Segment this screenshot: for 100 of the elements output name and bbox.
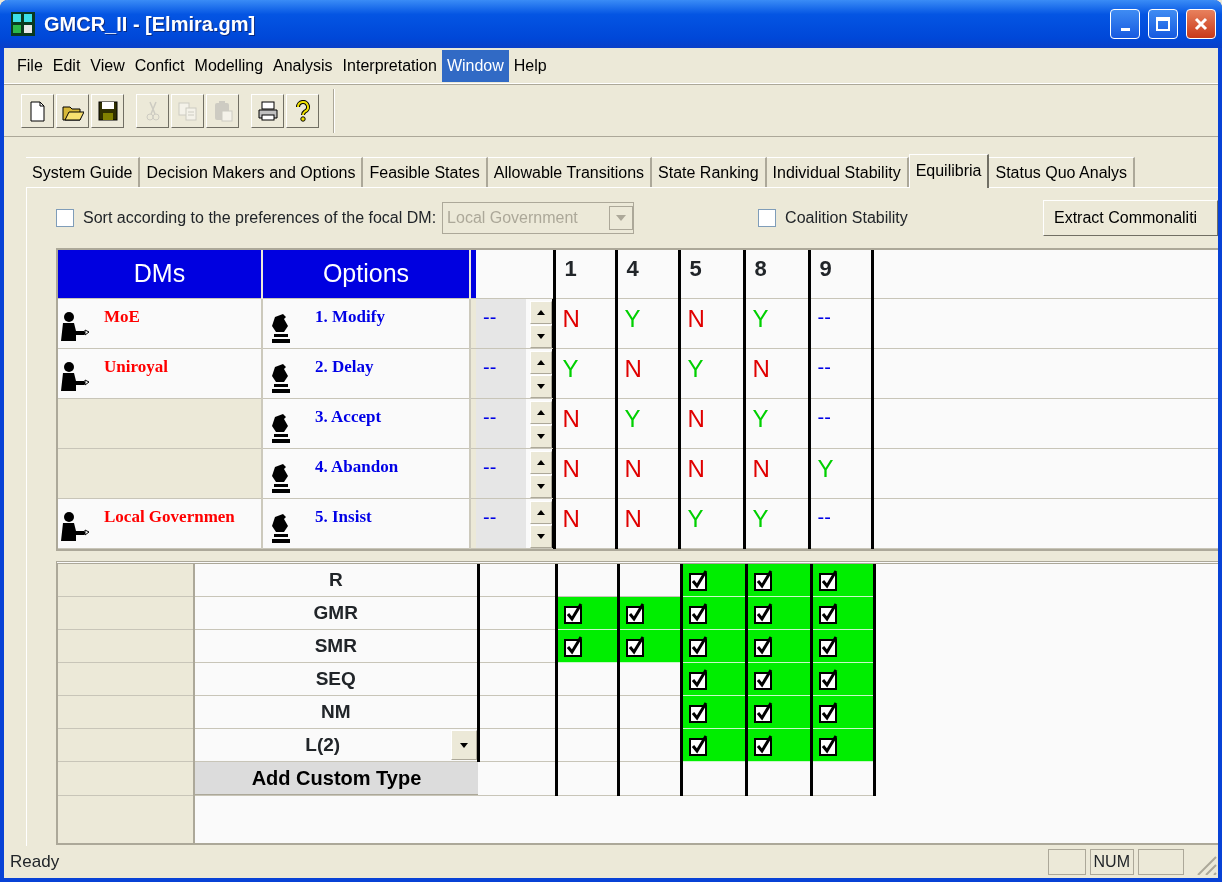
state-value: N <box>686 403 705 434</box>
up-arrow-icon <box>537 409 545 415</box>
app-icon <box>10 11 36 37</box>
checkbox-icon <box>753 701 774 723</box>
column-header: Options <box>262 250 470 298</box>
spin-up-button[interactable] <box>530 450 552 474</box>
stability-type: SMR <box>314 634 357 656</box>
page-button[interactable] <box>21 93 54 128</box>
state-value: Y <box>751 403 769 434</box>
menu-item[interactable]: Analysis <box>268 49 338 82</box>
maximize-icon <box>1155 16 1171 32</box>
spin-up-button[interactable] <box>530 400 552 424</box>
spin-down-button[interactable] <box>530 424 552 448</box>
down-arrow-icon <box>537 383 545 389</box>
state-value: N <box>561 403 580 434</box>
dropdown-button[interactable] <box>450 730 477 760</box>
caret-icon <box>616 215 627 221</box>
state-value: Y <box>623 403 641 434</box>
state-value: Y <box>686 503 704 534</box>
state-value: N <box>561 303 580 334</box>
checkbox-icon <box>818 701 839 723</box>
state-header: 9 <box>809 250 872 298</box>
option-name: 3. Accept <box>315 405 382 428</box>
add-custom-type-button[interactable]: Add Custom Type <box>195 762 478 795</box>
caret-icon <box>459 742 468 748</box>
floppy-button[interactable] <box>91 93 124 128</box>
menu-item[interactable]: Confict <box>129 49 190 82</box>
state-value: -- <box>816 504 831 529</box>
state-value: N <box>623 353 642 384</box>
state-header: 8 <box>744 250 809 298</box>
extract-button[interactable]: Extract Commonaliti <box>1043 200 1218 236</box>
printer-button[interactable] <box>251 93 284 128</box>
spin-down-button[interactable] <box>530 324 552 348</box>
menu-item[interactable]: Window <box>441 49 509 82</box>
up-arrow-icon <box>537 459 545 465</box>
checkbox-icon <box>688 635 709 657</box>
chess-piece-icon <box>269 512 291 543</box>
state-value: -- <box>816 304 831 329</box>
menu-item[interactable]: View <box>85 49 130 82</box>
printer-icon <box>256 99 279 122</box>
state-value: Y <box>751 503 769 534</box>
stability-type: GMR <box>313 601 358 623</box>
down-arrow-icon <box>537 333 545 339</box>
spin-up-button[interactable] <box>530 300 552 324</box>
up-arrow-icon <box>537 359 545 365</box>
checkbox-icon <box>688 668 709 690</box>
state-value: N <box>623 503 642 534</box>
state-value: -- <box>816 404 831 429</box>
spin-down-button[interactable] <box>530 374 552 398</box>
spin-up-button[interactable] <box>530 350 552 374</box>
down-arrow-icon <box>537 533 545 539</box>
checkbox-icon <box>563 602 584 624</box>
spin-down-button[interactable] <box>530 474 552 498</box>
menu-item[interactable]: Edit <box>47 49 86 82</box>
tab[interactable]: Equilibria <box>908 154 990 188</box>
close-button[interactable] <box>1186 9 1216 39</box>
state-value: N <box>686 303 705 334</box>
help-button[interactable] <box>286 93 319 128</box>
checkbox[interactable] <box>758 209 777 227</box>
menu-item[interactable]: Help <box>508 49 552 82</box>
checkbox-icon <box>818 602 839 624</box>
menu-item[interactable]: File <box>12 49 48 82</box>
minimize-icon <box>1120 27 1130 31</box>
folder-button[interactable] <box>56 93 89 128</box>
stability-type: NM <box>320 700 351 722</box>
state-value: Y <box>686 353 704 384</box>
spin-up-button[interactable] <box>530 500 552 524</box>
minimize-button[interactable] <box>1110 9 1140 39</box>
tab[interactable]: Feasible States <box>363 157 488 187</box>
chess-piece-icon <box>269 412 291 443</box>
tab[interactable]: Status Quo Analys <box>989 157 1136 187</box>
down-arrow-icon <box>537 433 545 439</box>
state-value: N <box>751 453 770 484</box>
tab[interactable]: Allowable Transitions <box>487 157 653 187</box>
status-text: Ready <box>10 851 61 874</box>
floppy-icon <box>96 99 119 122</box>
option-name: 1. Modify <box>315 305 385 328</box>
checkbox-label: Sort according to the preferences of the focal DM: <box>83 208 437 228</box>
checkbox-icon <box>625 635 646 657</box>
column-header: DMs <box>58 250 262 298</box>
spin-down-button[interactable] <box>530 524 552 548</box>
menu-item[interactable]: Interpretation <box>337 49 442 82</box>
tab[interactable]: System Guide <box>26 157 141 187</box>
maximize-button[interactable] <box>1148 9 1178 39</box>
state-header: 1 <box>554 250 616 298</box>
checkbox-icon <box>753 668 774 690</box>
copy-icon <box>176 99 199 122</box>
tab[interactable]: State Ranking <box>652 157 767 187</box>
tab[interactable]: Decision Makers and Options <box>140 157 364 187</box>
chess-piece-icon <box>269 362 291 393</box>
down-arrow-icon <box>537 483 545 489</box>
state-value: N <box>751 353 770 384</box>
checkbox-icon <box>625 602 646 624</box>
state-value: N <box>686 453 705 484</box>
checkbox-icon <box>563 635 584 657</box>
checkbox[interactable] <box>56 209 74 227</box>
checkbox-icon <box>688 568 709 591</box>
tab[interactable]: Individual Stability <box>766 157 909 187</box>
menu-item[interactable]: Modelling <box>189 49 269 82</box>
checkbox-icon <box>688 734 709 756</box>
